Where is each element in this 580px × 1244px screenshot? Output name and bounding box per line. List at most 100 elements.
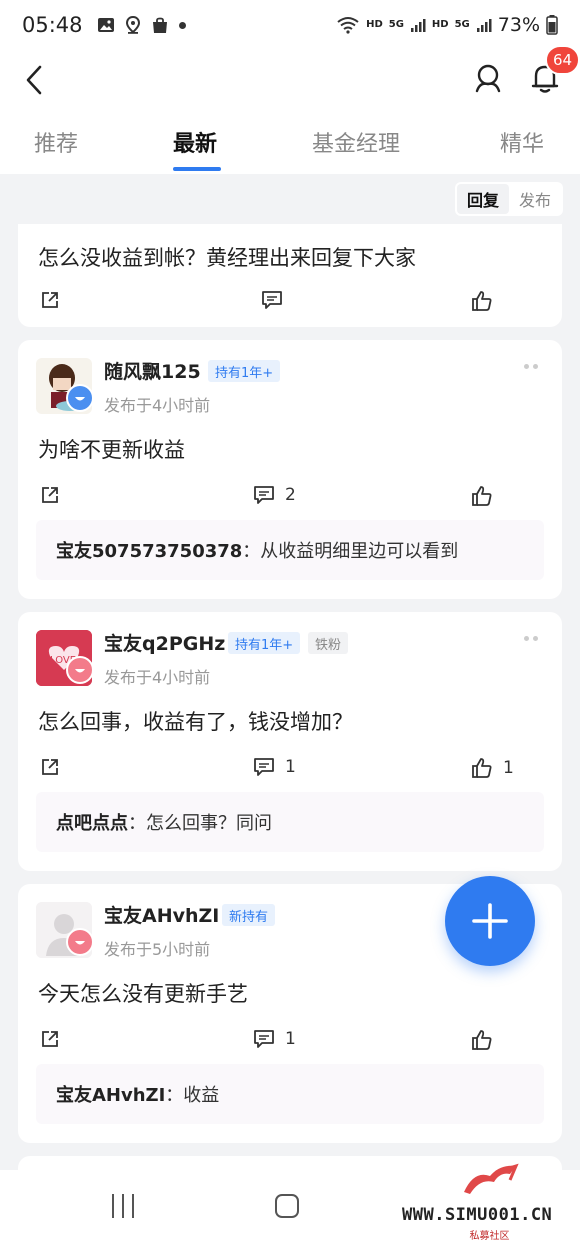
hd-label-2: HD [431, 19, 449, 30]
gallery-icon [97, 18, 114, 32]
reply-preview[interactable]: 宝友AHvhZI ：收益 [36, 1064, 544, 1124]
status-icons-right: HD 5G HD 5G 73% [336, 14, 558, 36]
username[interactable]: 宝友AHvhZI [104, 901, 219, 928]
post-content: 为啥不更新收益 [38, 438, 185, 462]
back-button[interactable] [14, 60, 54, 100]
comment-count: 1 [285, 757, 296, 777]
comment-button[interactable]: 2 [253, 485, 296, 505]
reply-text: ：从收益明细里边可以看到 [242, 541, 459, 562]
watermark-subtext: 私募社区 [469, 1231, 510, 1242]
like-button[interactable] [471, 290, 493, 312]
share-icon [42, 292, 58, 308]
signal-icon [410, 19, 426, 32]
sort-by-reply[interactable]: 回复 [457, 184, 509, 214]
home-button[interactable] [275, 1194, 299, 1218]
smile-badge-icon [66, 384, 94, 412]
comment-button[interactable]: 1 [253, 757, 296, 777]
reply-username: 点吧点点 [56, 813, 128, 834]
more-options-icon[interactable] [524, 636, 538, 641]
comment-icon [262, 291, 282, 309]
shopping-bag-icon [152, 17, 167, 33]
fan-tag: 铁粉 [308, 632, 349, 654]
watermark: WWW.SIMU001.CN 私募社区 [402, 1163, 577, 1242]
tab-featured[interactable]: 精华 [500, 126, 544, 158]
post-time: 发布于4小时前 [104, 668, 211, 687]
post-content: 怎么没收益到帐？黄经理出来回复下大家 [38, 246, 416, 270]
comment-icon [254, 1030, 274, 1048]
hd-label: HD [366, 19, 383, 30]
post-content: 今天怎么没有更新手艺 [38, 982, 248, 1006]
comment-count: 2 [285, 485, 296, 505]
tab-recommended[interactable]: 推荐 [34, 126, 78, 158]
holding-tag: 新持有 [222, 904, 276, 926]
plus-icon [472, 903, 508, 939]
network-label-2: 5G [454, 19, 470, 30]
reply-username: 宝友507573750378 [56, 541, 243, 562]
reply-preview[interactable]: 宝友507573750378 ：从收益明细里边可以看到 [36, 520, 544, 580]
system-nav-bar: WWW.SIMU001.CN 私募社区 [0, 1163, 580, 1244]
signal-icon-2 [476, 19, 492, 32]
post-card[interactable]: 随风飘125 持有1年+ 发布于4小时前 为啥不更新收益 2 宝友5075737… [18, 340, 562, 599]
status-bar: 05:48 HD 5G HD 5G 73% [0, 0, 580, 50]
reply-preview[interactable]: 点吧点点 ：怎么回事？同问 [36, 792, 544, 852]
like-count: 1 [503, 758, 514, 778]
share-button[interactable] [40, 485, 60, 505]
like-button[interactable] [471, 1029, 493, 1051]
thumbs-up-icon [472, 291, 492, 311]
smile-badge-icon [66, 656, 94, 684]
share-icon [42, 1031, 58, 1047]
username[interactable]: 随风飘125 [104, 357, 201, 384]
like-button[interactable]: 1 [471, 757, 514, 779]
post-time: 发布于4小时前 [104, 396, 211, 415]
comment-icon [254, 758, 274, 776]
comment-icon [254, 486, 274, 504]
wifi-icon [337, 17, 359, 34]
share-button[interactable] [40, 290, 60, 310]
top-nav: 64 [0, 45, 580, 112]
thumbs-up-icon [472, 758, 492, 778]
holding-tag: 持有1年+ [228, 632, 301, 654]
comment-button[interactable] [261, 290, 283, 310]
post-card[interactable]: LOVE 宝友q2PGHz 持有1年+ 铁粉 发布于4小时前 怎么回事，收益有了… [18, 612, 562, 871]
tab-active-indicator [173, 167, 221, 171]
smile-badge-icon [66, 928, 94, 956]
watermark-text: WWW.SIMU001.CN [402, 1205, 553, 1225]
reply-text: ：收益 [165, 1085, 220, 1106]
more-options-icon[interactable] [524, 364, 538, 369]
reply-text: ：怎么回事？同问 [128, 813, 272, 834]
network-label: 5G [388, 19, 404, 30]
comment-count: 1 [285, 1029, 296, 1049]
create-post-button[interactable] [445, 876, 535, 966]
recent-apps-button[interactable] [112, 1194, 134, 1218]
post-card[interactable]: 怎么没收益到帐？黄经理出来回复下大家 [18, 224, 562, 327]
status-time: 05:48 [22, 13, 83, 37]
battery-icon [546, 15, 558, 35]
watermark-logo-icon [464, 1163, 519, 1194]
post-content: 怎么回事，收益有了，钱没增加？ [38, 710, 353, 734]
battery-percent: 73% [497, 14, 540, 36]
share-icon [42, 487, 58, 503]
status-icons-left [97, 16, 186, 34]
user-icon [475, 64, 501, 93]
share-icon [42, 759, 58, 775]
thumbs-up-icon [472, 486, 492, 506]
comment-button[interactable]: 1 [253, 1029, 296, 1049]
sort-by-publish[interactable]: 发布 [509, 184, 561, 214]
like-button[interactable] [471, 485, 493, 507]
username[interactable]: 宝友q2PGHz [104, 629, 225, 656]
tab-bar: 推荐 最新 基金经理 精华 [0, 112, 580, 174]
sort-toggle: 回复 发布 [455, 182, 563, 216]
tab-latest[interactable]: 最新 [173, 126, 217, 158]
share-button[interactable] [40, 757, 60, 777]
reply-username: 宝友AHvhZI [56, 1085, 166, 1106]
holding-tag: 持有1年+ [208, 360, 281, 382]
chevron-left-icon [26, 65, 42, 95]
location-icon [125, 16, 140, 34]
profile-button[interactable] [468, 58, 508, 98]
tab-fund-managers[interactable]: 基金经理 [312, 126, 400, 158]
share-button[interactable] [40, 1029, 60, 1049]
notification-dot-icon [178, 21, 186, 29]
post-time: 发布于5小时前 [104, 940, 211, 959]
notification-badge: 64 [545, 45, 580, 75]
thumbs-up-icon [472, 1030, 492, 1050]
